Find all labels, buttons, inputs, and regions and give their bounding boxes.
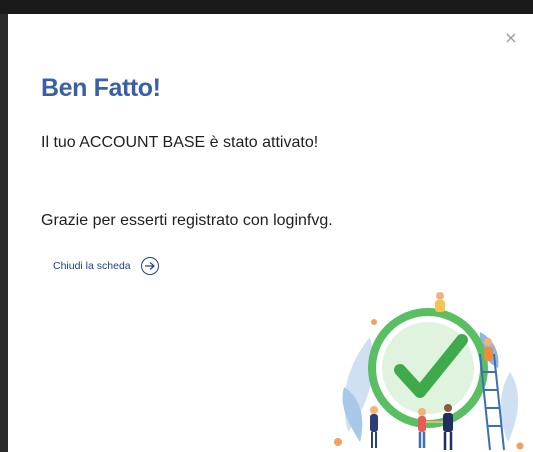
flower <box>334 438 342 446</box>
arrow-right-circle-icon <box>140 257 159 275</box>
thanks-message: Grazie per esserti registrato con loginf… <box>41 212 333 229</box>
flower <box>516 442 524 450</box>
success-checkmark-illustration <box>330 292 526 452</box>
flower <box>371 319 377 325</box>
success-modal: × Ben Fatto! Il tuo ACCOUNT BASE è stato… <box>8 14 533 452</box>
top-bar <box>0 0 533 14</box>
modal-title: Ben Fatto! <box>41 74 161 102</box>
leaf-right <box>500 372 518 442</box>
close-icon[interactable]: × <box>503 30 519 46</box>
close-tab-link[interactable]: Chiudi la scheda <box>53 257 159 275</box>
close-tab-label: Chiudi la scheda <box>53 260 131 272</box>
activation-message: Il tuo ACCOUNT BASE è stato attivato! <box>41 134 319 151</box>
